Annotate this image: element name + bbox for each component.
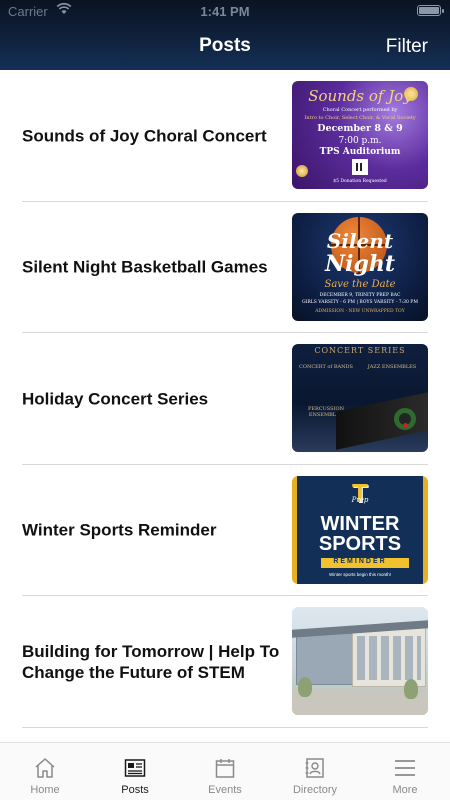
tab-bar: Home Posts Events Directory More [0, 742, 450, 800]
thumb-line: ADMISSION - NEW UNWRAPPED TOY [315, 308, 405, 314]
tab-label: Events [208, 784, 242, 796]
post-title: Sounds of Joy Choral Concert [22, 126, 267, 146]
tab-more[interactable]: More [360, 743, 450, 800]
thumb-dates: December 8 & 9 [317, 123, 403, 134]
calendar-icon [215, 759, 235, 778]
tab-label: Home [30, 784, 60, 796]
thumb-title: Silent [326, 228, 394, 253]
tab-label: Posts [121, 784, 149, 796]
status-bar: Carrier 1:41 PM [0, 0, 450, 22]
post-title: Winter Sports Reminder [22, 520, 217, 540]
thumb-script-title: Sounds of Joy [308, 87, 412, 105]
thumb-line: Intro to Choir, Select Choir, & Vocal So… [304, 115, 416, 121]
post-thumbnail: T Prep WINTER SPORTS REMINDER Winter spo… [292, 475, 428, 584]
tab-events[interactable]: Events [180, 743, 270, 800]
tab-label: More [392, 784, 418, 796]
thumb-venue: TPS Auditorium [319, 147, 401, 157]
tree-icon [404, 679, 418, 699]
contact-card-icon [305, 758, 324, 778]
filter-button[interactable]: Filter [386, 36, 428, 58]
post-title: Holiday Concert Series [22, 389, 209, 409]
posts-list: Sounds of Joy Choral Concert Sounds of J… [0, 70, 450, 728]
school-logo-text: Prep [351, 495, 369, 504]
newspaper-icon [124, 759, 146, 777]
thumb-time: 7:00 p.m. [338, 136, 382, 146]
thumb-subtitle: Save the Date [324, 278, 396, 290]
post-thumbnail: CONCERT SERIES CONCERT of BANDS JAZZ ENS… [292, 344, 428, 452]
tab-label: Directory [292, 784, 337, 796]
tab-directory[interactable]: Directory [270, 743, 360, 800]
battery-icon [417, 5, 444, 16]
post-row[interactable]: Winter Sports Reminder T Prep WINTER SPO… [0, 465, 450, 596]
post-row[interactable]: Building for Tomorrow | Help To Change t… [0, 596, 450, 728]
page-title: Posts [199, 35, 251, 56]
status-time: 1:41 PM [200, 4, 250, 19]
wreath-icon [394, 408, 416, 430]
thumb-footer: Winter sports begin this month! [328, 571, 392, 577]
divider [22, 726, 428, 728]
nav-header: Carrier 1:41 PM Posts Filter [0, 0, 450, 70]
post-row[interactable]: Holiday Concert Series CONCERT SERIES CO… [0, 333, 450, 465]
qr-code-icon [352, 159, 368, 175]
post-thumbnail: Sounds of Joy Choral Concert performed b… [292, 81, 428, 189]
banner-text: REMINDER [333, 557, 387, 565]
post-row[interactable]: Sounds of Joy Choral Concert Sounds of J… [0, 70, 450, 202]
home-icon [35, 758, 55, 778]
post-thumbnail [292, 607, 428, 715]
thumb-line: DECEMBER 9, TRINITY PREP BAC [319, 292, 401, 298]
thumb-line: Choral Concert performed by [322, 107, 398, 113]
post-thumbnail: Silent Night Save the Date DECEMBER 9, T… [292, 212, 428, 321]
tab-posts[interactable]: Posts [90, 743, 180, 800]
tree-icon [298, 677, 312, 697]
thumb-header: CONCERT SERIES [314, 346, 406, 355]
ornament-icon [296, 165, 308, 177]
thumb-line: CONCERT of BANDS [299, 364, 353, 370]
post-row[interactable]: Silent Night Basketball Games Silent Nig… [0, 202, 450, 333]
tab-home[interactable]: Home [0, 743, 90, 800]
school-logo: T [352, 477, 368, 508]
menu-icon [395, 760, 415, 776]
thumb-line: JAZZ ENSEMBLES [367, 364, 417, 370]
post-title: Silent Night Basketball Games [22, 257, 268, 277]
thumb-line: GIRLS VARSITY - 6 PM | BOYS VARSITY - 7:… [302, 299, 418, 305]
thumb-title: Night [324, 250, 395, 277]
building-image [352, 627, 426, 687]
thumb-title: SPORTS [318, 532, 402, 555]
post-title: Building for Tomorrow | Help To Change t… [22, 641, 280, 682]
thumb-footer: $5 Donation Requested [333, 179, 387, 184]
